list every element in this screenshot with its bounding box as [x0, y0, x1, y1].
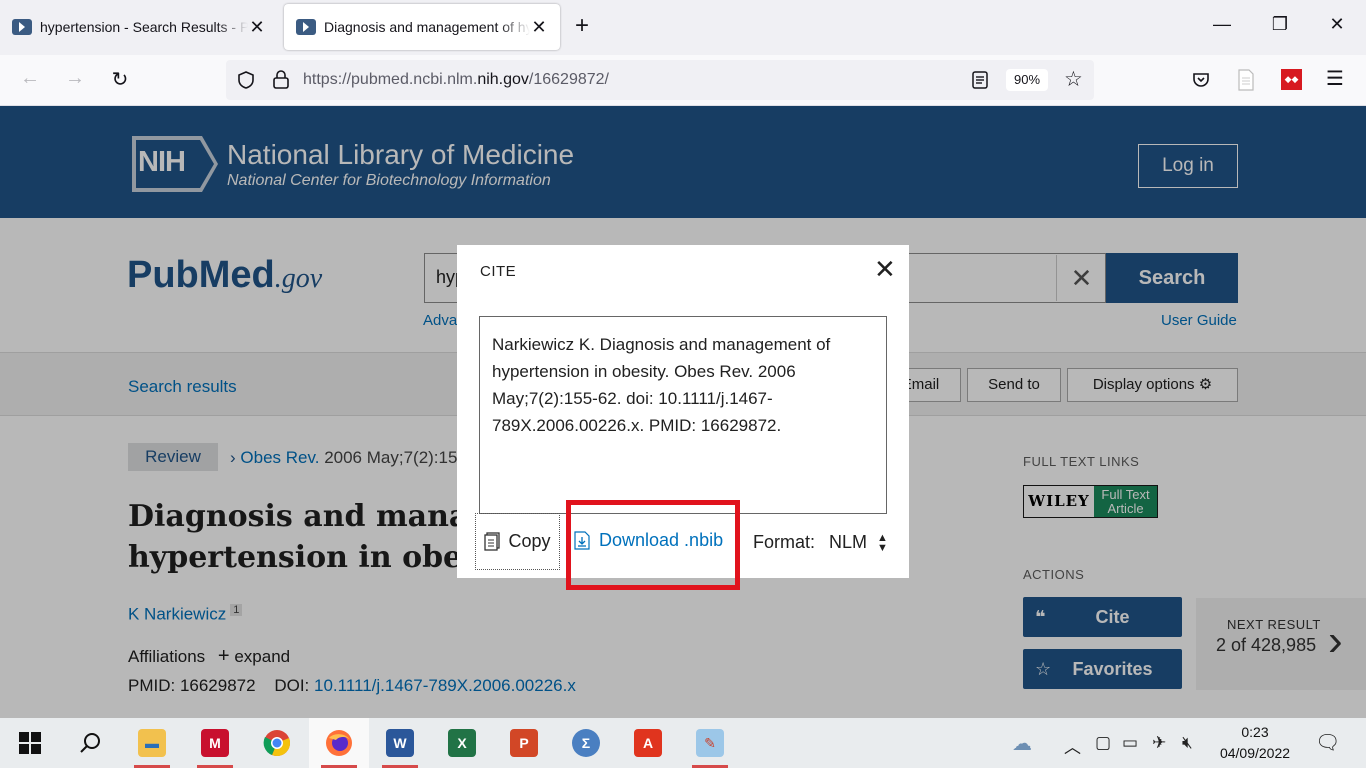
start-button[interactable]	[0, 718, 60, 768]
clock-time: 0:23	[1241, 724, 1269, 740]
file-explorer-app[interactable]: ▬	[122, 718, 182, 768]
url-path: /16629872/	[528, 71, 609, 88]
device-icon[interactable]: ▢	[1095, 733, 1111, 753]
powerpoint-icon: P	[510, 729, 538, 757]
windows-taskbar: ▬ M W X P Σ A ✎ ☁ ︿ ▢ ▭ ✈ 🔇︎ 0:23 04/09/…	[0, 718, 1366, 768]
pocket-icon[interactable]	[1191, 70, 1211, 90]
excel-app[interactable]: X	[432, 718, 492, 768]
highlight-box	[566, 500, 740, 590]
format-value: NLM	[829, 532, 868, 552]
tab-article[interactable]: Diagnosis and management of hypertension…	[284, 4, 560, 50]
format-label: Format:	[753, 532, 816, 552]
search-icon	[80, 733, 100, 753]
url-domain: nih.gov	[477, 71, 529, 88]
taskbar-search-button[interactable]	[60, 718, 120, 768]
new-tab-button[interactable]: +	[575, 14, 589, 38]
airplane-mode-icon[interactable]: ✈	[1152, 733, 1166, 753]
back-icon[interactable]: ←	[18, 67, 42, 90]
url-text[interactable]: https://pubmed.ncbi.nlm.nih.gov/16629872…	[303, 71, 609, 89]
tab-close-icon[interactable]: ✕	[248, 17, 266, 38]
chrome-app[interactable]	[247, 718, 307, 768]
tab-close-icon[interactable]: ✕	[530, 17, 548, 38]
mendeley-icon: M	[201, 729, 229, 757]
pubmed-favicon-icon	[296, 19, 316, 35]
lock-icon[interactable]	[272, 69, 290, 89]
menu-icon[interactable]: ☰	[1326, 66, 1344, 91]
word-icon: W	[386, 729, 414, 757]
chrome-icon	[263, 730, 290, 756]
forward-icon[interactable]: →	[63, 67, 87, 90]
page-extension-icon[interactable]	[1237, 69, 1255, 91]
copy-icon	[484, 532, 501, 551]
bookmark-star-icon[interactable]: ☆	[1064, 67, 1083, 92]
url-bar[interactable]: https://pubmed.ncbi.nlm.nih.gov/16629872…	[226, 60, 1094, 100]
restore-icon[interactable]: ❐	[1270, 14, 1290, 35]
copy-label: Copy	[508, 531, 551, 551]
shield-icon[interactable]	[236, 70, 256, 90]
reload-icon[interactable]: ↻	[108, 67, 132, 92]
windows-logo-icon	[19, 732, 41, 754]
window-close-icon[interactable]: ✕	[1327, 14, 1347, 35]
acrobat-icon: A	[634, 729, 662, 757]
excel-icon: X	[448, 729, 476, 757]
clock-date: 04/09/2022	[1219, 745, 1291, 761]
firefox-app[interactable]	[309, 718, 369, 768]
pubmed-favicon-icon	[12, 19, 32, 35]
browser-tab-bar: hypertension - Search Results - PubMed ✕…	[0, 0, 1366, 55]
sort-arrows-icon: ▲ ▼	[877, 531, 888, 554]
mathtype-icon: Σ	[572, 729, 600, 757]
format-select[interactable]: NLM ▲ ▼	[829, 532, 888, 553]
mendeley-extension-icon[interactable]: ◆◆	[1281, 69, 1302, 90]
volume-muted-icon[interactable]: 🔇︎	[1182, 733, 1193, 753]
word-app[interactable]: W	[370, 718, 430, 768]
folder-icon: ▬	[138, 729, 166, 757]
paint-app[interactable]: ✎	[680, 718, 740, 768]
tab-title: hypertension - Search Results - PubMed	[40, 19, 248, 35]
tab-search-results[interactable]: hypertension - Search Results - PubMed ✕	[0, 4, 278, 50]
dialog-title: CITE	[480, 263, 517, 280]
mathtype-app[interactable]: Σ	[556, 718, 616, 768]
browser-nav-bar: ← → ↻ https://pubmed.ncbi.nlm.nih.gov/16…	[0, 55, 1366, 106]
acrobat-app[interactable]: A	[618, 718, 678, 768]
mendeley-app[interactable]: M	[185, 718, 245, 768]
firefox-icon	[326, 730, 352, 756]
minimize-icon[interactable]: —	[1212, 14, 1232, 35]
powerpoint-app[interactable]: P	[494, 718, 554, 768]
clock[interactable]: 0:23 04/09/2022	[1212, 722, 1298, 764]
show-hidden-icons-icon[interactable]: ︿	[1064, 733, 1081, 758]
tab-title: Diagnosis and management of hypertension…	[324, 19, 530, 35]
paint-icon: ✎	[696, 729, 724, 757]
dialog-close-icon[interactable]: ✕	[874, 256, 896, 282]
battery-icon[interactable]: ▭	[1122, 733, 1138, 753]
zoom-level[interactable]: 90%	[1006, 69, 1048, 91]
url-host: https://pubmed.ncbi.nlm.	[303, 71, 478, 88]
notifications-icon[interactable]: 🗨︎	[1315, 730, 1340, 755]
weather-cloud-icon[interactable]: ☁	[1012, 731, 1032, 756]
reader-view-icon[interactable]	[972, 71, 988, 89]
copy-button[interactable]: Copy	[475, 513, 560, 570]
citation-text[interactable]: Narkiewicz K. Diagnosis and management o…	[479, 316, 887, 514]
